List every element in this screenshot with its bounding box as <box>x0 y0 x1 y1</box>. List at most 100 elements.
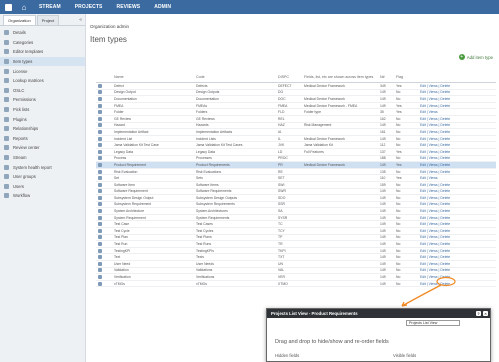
row-actions[interactable]: Edit | Views | Delete <box>420 255 480 259</box>
row-actions[interactable]: Edit | Views | Delete <box>420 183 480 187</box>
home-icon[interactable]: ⌂ <box>16 0 32 14</box>
table-row[interactable]: Test Case Test Cases TC 149 No Edit | Views |… <box>96 221 496 229</box>
row-actions[interactable]: Edit | Views <box>420 110 480 114</box>
row-actions[interactable]: Edit | Views | Delete <box>420 202 480 206</box>
sidebar-item[interactable]: Editor templates <box>0 47 85 57</box>
sidebar-item[interactable]: Lookup matrices <box>0 76 85 86</box>
sidebar-item[interactable]: Details <box>0 28 85 38</box>
row-actions[interactable]: Edit | Views | Delete <box>420 117 480 121</box>
sidebar-item[interactable]: OSLC <box>0 86 85 96</box>
row-actions[interactable]: Edit | Views | Delete <box>420 104 480 108</box>
row-actions[interactable]: Edit | Views | Delete <box>420 216 480 220</box>
table-row[interactable]: Test Cycle Test Cycles TCY 149 No Edit | View… <box>96 228 496 235</box>
sidebar-item[interactable]: Categories <box>0 38 85 48</box>
help-icon[interactable]: ? <box>476 311 481 316</box>
row-actions[interactable]: Edit | Views | Delete <box>420 150 480 154</box>
row-actions[interactable]: Edit | Views | Delete <box>420 268 480 272</box>
row-actions[interactable]: Edit | Views | Delete <box>420 275 480 279</box>
row-actions[interactable]: Edit | Views | Delete <box>420 137 480 141</box>
row-actions[interactable]: Edit | Views | Delete <box>420 123 480 127</box>
table-row[interactable]: Folder Folders FLD Folder type 35 Yes Edit | V… <box>96 109 496 116</box>
row-actions[interactable]: Edit | Views | Delete <box>420 262 480 266</box>
table-row[interactable]: Software Item Software Items SWI 159 No Edit … <box>96 182 496 189</box>
row-actions[interactable]: Edit | Views | Delete <box>420 229 480 233</box>
sidebar-item[interactable]: Item types <box>0 56 85 67</box>
tab-project[interactable]: Project <box>36 15 60 25</box>
table-row[interactable]: Subsystem Requirement Subsystem Requireme… <box>96 202 496 209</box>
table-row[interactable]: Set Sets SET 110 Yes Edit | Views <box>96 175 496 182</box>
sidebar-item[interactable]: Stream <box>0 153 85 163</box>
column-header[interactable]: Fields, list, etc are shown across item … <box>304 75 380 79</box>
table-row[interactable]: Text Texts TXT 149 No Edit | Views | Delete <box>96 254 496 262</box>
row-actions[interactable]: Edit | Views | Delete <box>420 84 480 88</box>
column-header[interactable]: Code <box>196 75 278 79</box>
row-actions[interactable]: Edit | Views | Delete <box>420 97 480 101</box>
table-row[interactable]: Legacy Data Legacy Data LD Full Features 137… <box>96 149 496 156</box>
logo-icon[interactable] <box>0 0 16 14</box>
table-row[interactable]: Product Requirement Product Requirements P… <box>96 162 496 169</box>
row-actions[interactable]: Edit | Views | Delete <box>420 163 480 167</box>
table-row[interactable]: Incident List Incident Lists IL Medical Dev… <box>96 136 496 143</box>
row-actions[interactable]: Edit | Views | Delete <box>420 235 480 239</box>
row-actions[interactable]: Edit | Views | Delete <box>420 90 480 94</box>
row-actions[interactable]: Edit | Views | Delete <box>420 170 480 174</box>
table-row[interactable]: Verification Verifications VER 149 No Edit | … <box>96 274 496 281</box>
row-actions[interactable]: Edit | Views | Delete <box>420 130 480 134</box>
row-actions[interactable]: Edit | Views | Delete <box>420 156 480 160</box>
sidebar-item[interactable]: Plugins <box>0 114 85 124</box>
table-row[interactable]: TestingKPI TestingKPIs TKPI 149 No Edit | Vie… <box>96 248 496 255</box>
collapse-sidebar-icon[interactable]: « <box>79 17 82 23</box>
row-actions[interactable]: Edit | Views | Delete <box>420 196 480 200</box>
table-row[interactable]: Hazard Hazards HAZ Risk Management 149 No Edit… <box>96 123 496 130</box>
table-row[interactable]: Test Plan Test Plans TP 149 No Edit | Views |… <box>96 235 496 242</box>
sidebar-item[interactable]: Reports <box>0 134 85 144</box>
table-row[interactable]: FMEA FMEAs FMEA Medical Device Framework - … <box>96 103 496 110</box>
sidebar-item[interactable]: Review center <box>0 143 85 153</box>
table-row[interactable]: Test Run Test Runs TR 149 No Edit | Views | D… <box>96 241 496 248</box>
column-header[interactable]: Name <box>114 75 196 79</box>
column-header[interactable]: N# <box>380 75 396 79</box>
breadcrumb[interactable]: Organization admin <box>90 24 129 29</box>
row-actions[interactable]: Edit | Views | Delete <box>420 249 480 253</box>
sidebar-item[interactable]: Pick lists <box>0 105 85 115</box>
table-row[interactable]: Defect Defects DEFECT Medical Device Framew… <box>96 83 496 90</box>
column-header[interactable]: Flag <box>396 75 420 79</box>
nav-projects[interactable]: PROJECTS <box>68 4 110 10</box>
column-header[interactable]: DISPC <box>278 75 304 79</box>
view-select[interactable]: Projects List View <box>406 320 460 326</box>
sidebar-item[interactable]: Users <box>0 182 85 192</box>
row-actions[interactable]: Edit | Views | Delete <box>420 209 480 213</box>
table-row[interactable]: System Architecture System Architectures S… <box>96 208 496 215</box>
row-actions[interactable]: Edit | Views | Delete <box>420 143 480 147</box>
sidebar-item[interactable]: Permissions <box>0 95 85 105</box>
row-actions[interactable]: Edit | Views | Delete <box>420 242 480 246</box>
nav-admin[interactable]: ADMIN <box>147 4 178 10</box>
add-item-type-button[interactable]: + Add item type <box>458 54 493 60</box>
row-actions[interactable]: Edit | Views | Delete <box>420 222 480 226</box>
close-icon[interactable]: × <box>483 311 488 316</box>
table-row[interactable]: GE Review GE Reviews REL 162 No Edit | Views … <box>96 116 496 123</box>
sidebar-item[interactable]: Workflow <box>0 191 85 201</box>
sidebar-item[interactable]: License <box>0 66 85 76</box>
table-row[interactable]: Documentation Documentation DOC Medical Dev… <box>96 96 496 103</box>
table-row[interactable]: System Requirement System Requirements SYS… <box>96 215 496 222</box>
table-row[interactable]: Validation Validations VAL 149 No Edit | View… <box>96 268 496 275</box>
row-actions[interactable]: Edit | Views | Delete <box>420 282 480 286</box>
table-row[interactable]: Design Output Design Outputs DO 149 No Edit |… <box>96 90 496 97</box>
table-row[interactable]: xTMOs xTMOs XTMO 149 No Edit | Views | Delete <box>96 281 496 288</box>
sidebar-item[interactable]: System health report <box>0 162 85 172</box>
nav-stream[interactable]: STREAM <box>32 4 68 10</box>
table-row[interactable]: Software Requirement Software Requirement… <box>96 189 496 196</box>
table-row[interactable]: Risk Evaluation Risk Evaluations RE 135 No Ed… <box>96 169 496 176</box>
table-row[interactable]: User Need User Needs UN 149 No Edit | Views |… <box>96 261 496 268</box>
table-row[interactable]: Subsystem Design Output Subsystem Design … <box>96 195 496 202</box>
row-actions[interactable]: Edit | Views <box>420 176 480 180</box>
tab-organization[interactable]: Organization <box>3 15 36 25</box>
table-row[interactable]: Jama Validation Kit Test Case Jama Valida… <box>96 142 496 149</box>
sidebar-item[interactable]: User groups <box>0 172 85 182</box>
table-row[interactable]: Process Processes PROC 188 No Edit | Views | … <box>96 156 496 163</box>
sidebar-item[interactable]: Relationships <box>0 124 85 134</box>
table-row[interactable]: Implementation Artifact Implementation Ar… <box>96 129 496 136</box>
nav-reviews[interactable]: REVIEWS <box>109 4 147 10</box>
row-actions[interactable]: Edit | Views | Delete <box>420 189 480 193</box>
